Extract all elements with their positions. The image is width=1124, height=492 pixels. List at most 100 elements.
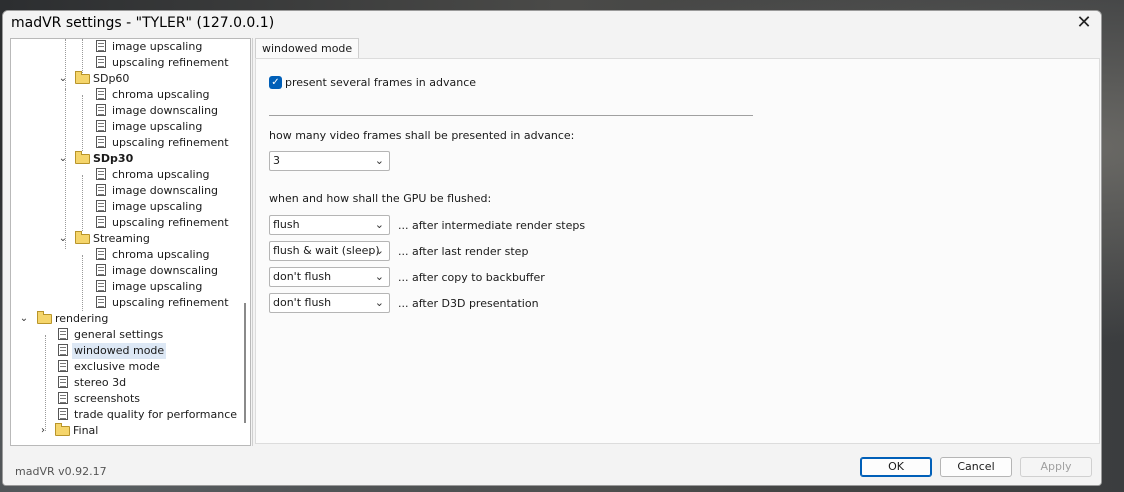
present-frames-checkbox[interactable]: ✓ <box>269 76 282 89</box>
tree-item-image-downscaling[interactable]: image downscaling <box>11 103 250 119</box>
page-icon <box>96 104 106 116</box>
page-icon <box>58 392 68 404</box>
flush-last-select[interactable]: flush & wait (sleep) ⌄ <box>269 241 390 261</box>
flush-last-label: ... after last render step <box>398 245 529 258</box>
close-icon[interactable]: ✕ <box>1073 14 1095 34</box>
tree-item-upscaling-refinement[interactable]: upscaling refinement <box>11 215 250 231</box>
dialog-footer: madVR v0.92.17 OK Cancel Apply <box>3 446 1101 485</box>
flush-d3d-label: ... after D3D presentation <box>398 297 539 310</box>
tree-item-general-settings[interactable]: general settings <box>11 327 250 343</box>
tree-item-label: image downscaling <box>112 184 219 197</box>
tree-item-image-upscaling[interactable]: image upscaling <box>11 279 250 295</box>
tree-item-label: chroma upscaling <box>112 168 210 181</box>
version-label: madVR v0.92.17 <box>15 465 107 478</box>
tree-item-label: image upscaling <box>112 40 203 53</box>
folder-icon <box>75 151 90 164</box>
flush-intermediate-label: ... after intermediate render steps <box>398 219 586 232</box>
tree-item-label: SDp30 <box>93 152 134 165</box>
frames-select[interactable]: 3 ⌄ <box>269 151 390 171</box>
tree-folder-final[interactable]: › Final <box>11 423 250 439</box>
chevron-down-icon[interactable]: ⌄ <box>19 311 29 327</box>
tree-item-label: image downscaling <box>112 104 219 117</box>
tree-item-label: image upscaling <box>112 200 203 213</box>
flush-backbuffer-select[interactable]: don't flush ⌄ <box>269 267 390 287</box>
tree-item-exclusive-mode[interactable]: exclusive mode <box>11 359 250 375</box>
page-icon <box>96 56 106 68</box>
apply-button[interactable]: Apply <box>1020 457 1092 477</box>
tree-folder-rendering[interactable]: ⌄ rendering <box>11 311 250 327</box>
tree-item-label: general settings <box>74 328 164 341</box>
tab-content: ✓ present several frames in advance how … <box>255 58 1100 444</box>
tree-item-label: chroma upscaling <box>112 248 210 261</box>
flush-select-value: don't flush <box>273 270 332 283</box>
folder-icon <box>75 231 90 244</box>
title-bar[interactable]: madVR settings - "TYLER" (127.0.0.1) ✕ <box>3 11 1101 37</box>
present-frames-label: present several frames in advance <box>285 76 477 89</box>
tree-item-image-upscaling[interactable]: image upscaling <box>11 199 250 215</box>
flush-intermediate-select[interactable]: flush ⌄ <box>269 215 390 235</box>
tree-item-windowed-mode[interactable]: windowed mode <box>11 343 250 359</box>
chevron-down-icon: ⌄ <box>374 218 384 231</box>
chevron-down-icon: ⌄ <box>374 270 384 283</box>
tree-item-label: SDp60 <box>93 72 130 85</box>
chevron-down-icon[interactable]: ⌄ <box>58 71 68 87</box>
folder-icon <box>75 71 90 84</box>
tree-item-image-downscaling[interactable]: image downscaling <box>11 263 250 279</box>
page-icon <box>96 248 106 260</box>
tree-folder-sdp30[interactable]: ⌄ SDp30 <box>11 151 250 167</box>
page-icon <box>96 200 106 212</box>
cancel-button[interactable]: Cancel <box>940 457 1012 477</box>
tree-item-image-downscaling[interactable]: image downscaling <box>11 183 250 199</box>
page-icon <box>96 88 106 100</box>
settings-tree[interactable]: image upscaling upscaling refinement ⌄ S… <box>10 38 251 446</box>
flush-select-value: don't flush <box>273 296 332 309</box>
tree-item-chroma-upscaling[interactable]: chroma upscaling <box>11 167 250 183</box>
tree-item-image-upscaling[interactable]: image upscaling <box>11 119 250 135</box>
tree-item-upscaling-refinement[interactable]: upscaling refinement <box>11 295 250 311</box>
folder-icon <box>55 423 70 436</box>
tree-item-label: Streaming <box>93 232 150 245</box>
page-icon <box>58 376 68 388</box>
chevron-down-icon: ⌄ <box>374 296 384 309</box>
tree-item-label: Final <box>73 424 99 437</box>
tree-scrollbar[interactable] <box>244 303 246 423</box>
page-icon <box>58 328 68 340</box>
chevron-right-icon[interactable]: › <box>38 423 48 439</box>
tree-folder-sdp60[interactable]: ⌄ SDp60 <box>11 71 250 87</box>
separator <box>269 115 753 116</box>
tree-item-chroma-upscaling[interactable]: chroma upscaling <box>11 247 250 263</box>
tree-item-upscaling-refinement[interactable]: upscaling refinement <box>11 55 250 71</box>
page-icon <box>96 136 106 148</box>
tree-item-chroma-upscaling[interactable]: chroma upscaling <box>11 87 250 103</box>
chevron-down-icon[interactable]: ⌄ <box>58 151 68 167</box>
tree-item-label: trade quality for performance <box>74 408 238 421</box>
page-icon <box>96 216 106 228</box>
tree-item-label: chroma upscaling <box>112 88 210 101</box>
tree-item-label: stereo 3d <box>74 376 127 389</box>
tree-item-label: rendering <box>55 312 109 325</box>
page-icon <box>96 120 106 132</box>
frames-question: how many video frames shall be presented… <box>269 129 575 142</box>
tab-windowed-mode[interactable]: windowed mode <box>255 38 360 58</box>
tree-item-screenshots[interactable]: screenshots <box>11 391 250 407</box>
settings-window: madVR settings - "TYLER" (127.0.0.1) ✕ i… <box>2 10 1102 486</box>
flush-select-value: flush <box>273 218 300 231</box>
tree-item-stereo-3d[interactable]: stereo 3d <box>11 375 250 391</box>
settings-page: windowed mode ✓ present several frames i… <box>252 38 1101 446</box>
tree-folder-streaming[interactable]: ⌄ Streaming <box>11 231 250 247</box>
tree-item-label: upscaling refinement <box>112 296 229 309</box>
frames-select-value: 3 <box>273 154 280 167</box>
tree-item-trade-quality[interactable]: trade quality for performance <box>11 407 250 423</box>
tree-item-label: screenshots <box>74 392 141 405</box>
page-icon <box>96 296 106 308</box>
tree-item-label: windowed mode <box>72 343 167 359</box>
tree-item-upscaling-refinement[interactable]: upscaling refinement <box>11 135 250 151</box>
tree-item-image-upscaling[interactable]: image upscaling <box>11 39 250 55</box>
tree-item-label: upscaling refinement <box>112 136 229 149</box>
flush-d3d-select[interactable]: don't flush ⌄ <box>269 293 390 313</box>
chevron-down-icon[interactable]: ⌄ <box>58 231 68 247</box>
tree-item-label: exclusive mode <box>74 360 160 373</box>
page-icon <box>96 280 106 292</box>
ok-button[interactable]: OK <box>860 457 932 477</box>
folder-icon <box>37 311 52 324</box>
